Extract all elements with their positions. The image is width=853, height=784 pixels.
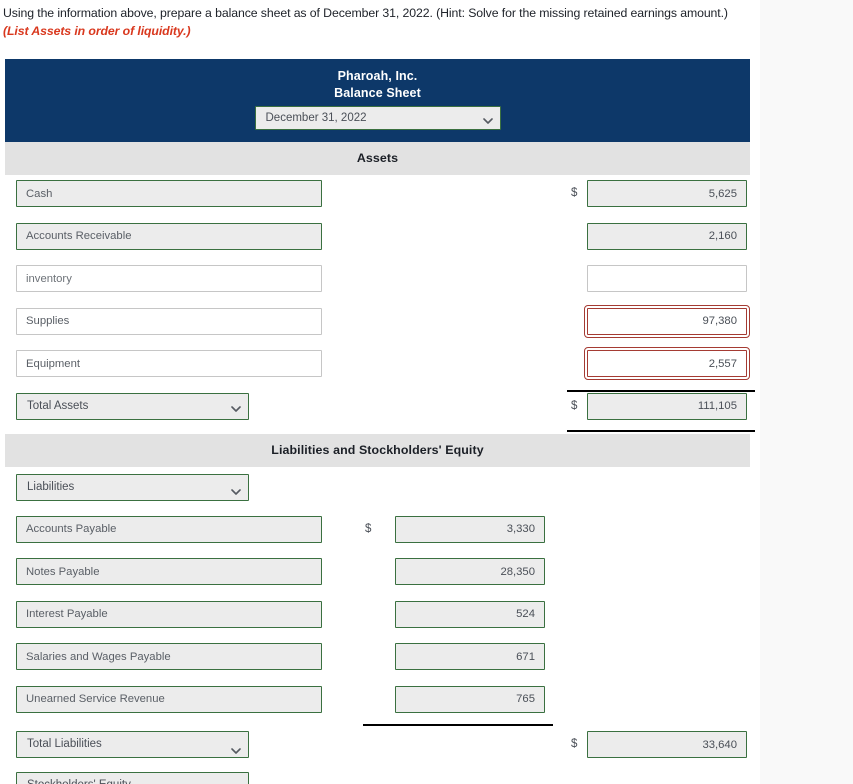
asset-row bbox=[5, 260, 750, 303]
liabilities-select[interactable]: Liabilities bbox=[16, 473, 249, 501]
total-assets-row: Total Assets $ bbox=[5, 388, 755, 432]
asset-amount-input[interactable] bbox=[587, 265, 747, 292]
date-select-wrap: December 31, 2022 bbox=[254, 106, 501, 130]
liability-row bbox=[5, 596, 750, 639]
assets-rows: $ bbox=[5, 175, 750, 388]
liability-amount-input[interactable] bbox=[395, 600, 545, 628]
asset-row bbox=[5, 218, 750, 261]
assets-section-header: Assets bbox=[5, 142, 750, 175]
liabilities-rows: $ bbox=[5, 511, 750, 724]
balance-sheet-header: Pharoah, Inc. Balance Sheet December 31,… bbox=[5, 59, 750, 142]
stockholders-equity-select-wrap: Stockholders' Equity bbox=[16, 772, 249, 784]
total-assets-top-rule bbox=[567, 389, 755, 392]
balance-sheet: Pharoah, Inc. Balance Sheet December 31,… bbox=[5, 59, 755, 784]
exercise-content: Using the information above, prepare a b… bbox=[0, 0, 760, 784]
liability-row: $ bbox=[5, 511, 750, 554]
asset-label-input[interactable] bbox=[16, 180, 322, 207]
liability-label-input[interactable] bbox=[16, 643, 322, 670]
liability-amount-input[interactable] bbox=[395, 643, 545, 670]
asset-row bbox=[5, 345, 750, 388]
asset-label-input[interactable] bbox=[16, 265, 322, 292]
instructions-block: Using the information above, prepare a b… bbox=[0, 0, 760, 39]
total-liabilities-row: Total Liabilities $ bbox=[5, 723, 750, 766]
asset-amount-input[interactable] bbox=[587, 222, 747, 250]
total-assets-amount[interactable] bbox=[587, 392, 747, 420]
asset-label-input[interactable] bbox=[16, 307, 322, 335]
liability-row bbox=[5, 638, 750, 681]
asset-amount-input[interactable] bbox=[584, 347, 750, 380]
liabilities-section-header: Liabilities and Stockholders' Equity bbox=[5, 433, 750, 467]
liability-label-input[interactable] bbox=[16, 600, 322, 628]
liability-label-input[interactable] bbox=[16, 515, 322, 543]
liability-row bbox=[5, 681, 750, 724]
total-liabilities-select[interactable]: Total Liabilities bbox=[16, 731, 249, 758]
date-select-container: December 31, 2022 bbox=[5, 106, 750, 130]
liability-amount-input[interactable] bbox=[395, 685, 545, 713]
asset-row: $ bbox=[5, 175, 750, 218]
total-assets-bottom-rule bbox=[567, 429, 755, 432]
liability-amount-input[interactable] bbox=[395, 558, 545, 585]
asset-amount-input[interactable] bbox=[584, 304, 750, 338]
company-name: Pharoah, Inc. bbox=[337, 69, 418, 83]
page-gutter bbox=[760, 0, 853, 784]
total-liabilities-currency: $ bbox=[571, 738, 578, 750]
total-liabilities-amount[interactable] bbox=[587, 731, 747, 758]
total-assets-select[interactable]: Total Assets bbox=[16, 392, 249, 420]
date-select[interactable]: December 31, 2022 bbox=[254, 106, 501, 130]
asset-label-input[interactable] bbox=[16, 222, 322, 250]
liabilities-heading-row: Liabilities bbox=[5, 467, 750, 511]
total-liabilities-top-rule bbox=[363, 724, 553, 726]
liability-amount-input[interactable] bbox=[395, 515, 545, 543]
asset-row bbox=[5, 303, 750, 346]
total-assets-select-wrap: Total Assets bbox=[16, 392, 249, 420]
stockholders-equity-row: Stockholders' Equity bbox=[5, 766, 750, 784]
liability-row bbox=[5, 553, 750, 596]
total-liabilities-select-wrap: Total Liabilities bbox=[16, 731, 249, 758]
liability-label-input[interactable] bbox=[16, 685, 322, 713]
stockholders-equity-select[interactable]: Stockholders' Equity bbox=[16, 772, 249, 784]
total-assets-currency: $ bbox=[571, 399, 578, 412]
statement-title: Balance Sheet bbox=[334, 86, 421, 100]
liability-currency-symbol: $ bbox=[365, 522, 372, 535]
liability-label-input[interactable] bbox=[16, 558, 322, 585]
asset-label-input[interactable] bbox=[16, 350, 322, 377]
liabilities-select-wrap: Liabilities bbox=[16, 473, 249, 501]
page-root: Using the information above, prepare a b… bbox=[0, 0, 853, 784]
instruction-note: (List Assets in order of liquidity.) bbox=[3, 24, 191, 38]
asset-currency-symbol: $ bbox=[571, 187, 578, 199]
asset-amount-input[interactable] bbox=[587, 180, 747, 207]
instruction-text: Using the information above, prepare a b… bbox=[3, 6, 728, 20]
